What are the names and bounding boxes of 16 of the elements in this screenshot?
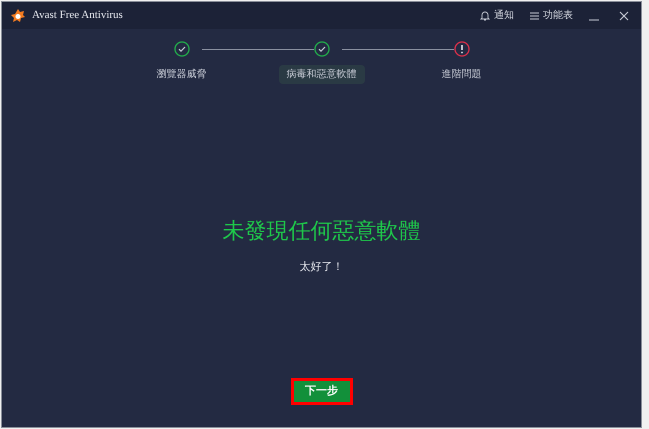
exclamation-icon xyxy=(454,41,470,57)
menu-icon xyxy=(530,12,539,20)
next-button[interactable]: 下一步 xyxy=(290,378,352,405)
result-subtitle: 太好了！ xyxy=(300,260,344,275)
notifications-button[interactable]: 通知 xyxy=(480,8,514,23)
check-icon xyxy=(314,41,330,57)
menu-button[interactable]: 功能表 xyxy=(530,8,573,23)
check-icon xyxy=(174,41,190,57)
result-heading: 未發現任何惡意軟體 xyxy=(222,217,420,245)
step-label: 病毒和惡意軟體 xyxy=(278,65,364,84)
logo-icon xyxy=(10,8,26,24)
step-label: 進階問題 xyxy=(440,68,482,82)
step-label: 瀏覽器威脅 xyxy=(156,68,208,82)
window-title: Avast Free Antivirus xyxy=(32,8,123,24)
close-icon[interactable] xyxy=(619,10,629,20)
bell-icon xyxy=(480,10,490,21)
